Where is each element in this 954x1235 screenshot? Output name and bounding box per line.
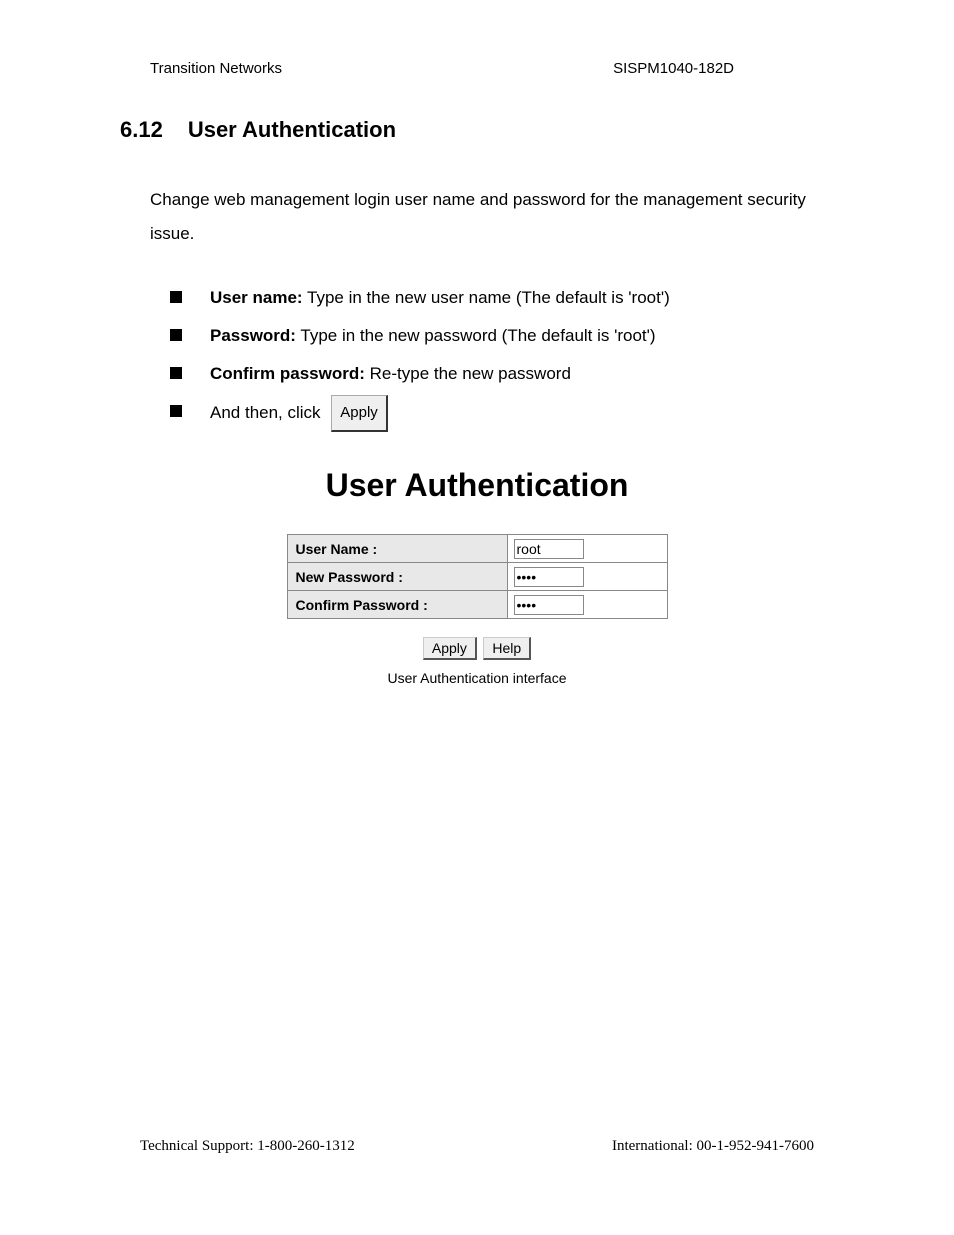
section-heading: 6.12 User Authentication <box>120 117 834 143</box>
username-input[interactable] <box>514 539 584 559</box>
header-right: SISPM1040-182D <box>613 60 734 77</box>
button-row: Apply Help <box>120 637 834 660</box>
bullet-confirm-label: Confirm password: <box>210 364 365 383</box>
field-newpass-cell <box>507 563 667 591</box>
label-confirm: Confirm Password : <box>287 591 507 619</box>
page-header: Transition Networks SISPM1040-182D <box>120 60 834 77</box>
header-left: Transition Networks <box>150 60 282 77</box>
field-confirm-cell <box>507 591 667 619</box>
bullet-apply: And then, click Apply <box>170 395 834 432</box>
bullet-confirm: Confirm password: Re-type the new passwo… <box>170 357 834 391</box>
inline-apply-button[interactable]: Apply <box>331 395 388 432</box>
section-title: User Authentication <box>188 117 396 142</box>
footer-right: International: 00-1-952-941-7600 <box>612 1138 814 1155</box>
bullet-list: User name: Type in the new user name (Th… <box>120 281 834 432</box>
bullet-username-label: User name: <box>210 288 303 307</box>
section-number: 6.12 <box>120 117 163 143</box>
field-username-cell <box>507 535 667 563</box>
bullet-username: User name: Type in the new user name (Th… <box>170 281 834 315</box>
row-newpass: New Password : <box>287 563 667 591</box>
page-footer: Technical Support: 1-800-260-1312 Intern… <box>140 1138 814 1155</box>
newpass-input[interactable] <box>514 567 584 587</box>
label-username: User Name : <box>287 535 507 563</box>
row-confirm: Confirm Password : <box>287 591 667 619</box>
label-newpass: New Password : <box>287 563 507 591</box>
footer-left: Technical Support: 1-800-260-1312 <box>140 1138 355 1155</box>
help-button[interactable]: Help <box>483 637 531 660</box>
apply-button[interactable]: Apply <box>423 637 477 660</box>
section-intro: Change web management login user name an… <box>120 183 834 251</box>
bullet-password: Password: Type in the new password (The … <box>170 319 834 353</box>
row-username: User Name : <box>287 535 667 563</box>
auth-form-table: User Name : New Password : Confirm Passw… <box>287 534 668 619</box>
bullet-password-label: Password: <box>210 326 296 345</box>
ui-caption: User Authentication interface <box>120 670 834 686</box>
bullet-password-text: Type in the new password (The default is… <box>296 326 656 345</box>
ui-title: User Authentication <box>120 467 834 504</box>
bullet-username-text: Type in the new user name (The default i… <box>303 288 670 307</box>
ui-screenshot: User Authentication User Name : New Pass… <box>120 467 834 686</box>
bullet-click-prefix: And then, click <box>210 403 325 422</box>
bullet-confirm-text: Re-type the new password <box>365 364 571 383</box>
confirm-input[interactable] <box>514 595 584 615</box>
